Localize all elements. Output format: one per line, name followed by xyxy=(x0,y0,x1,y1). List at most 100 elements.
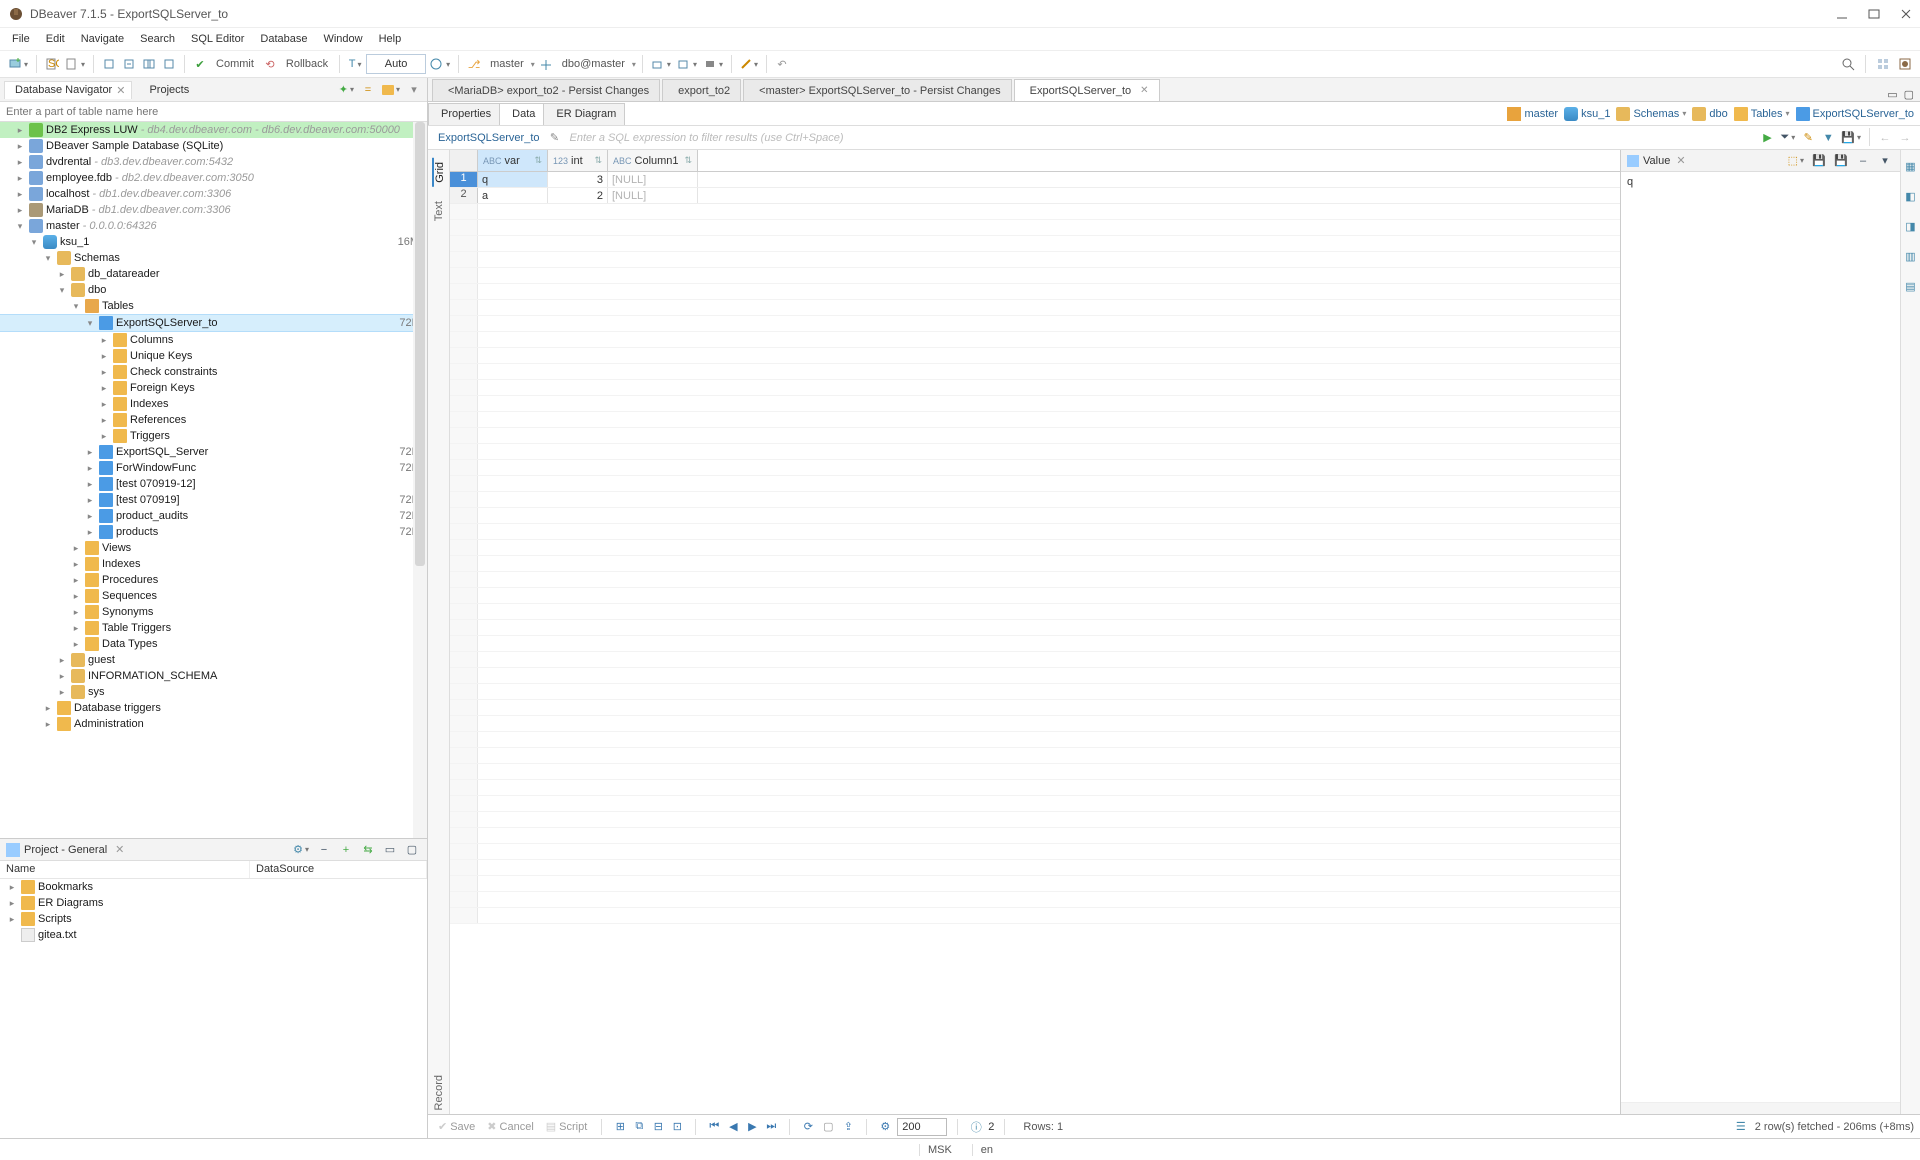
value-menu-button[interactable]: ▾ xyxy=(1876,151,1894,171)
tree-node[interactable]: ▸References xyxy=(0,412,427,428)
nav-back-button[interactable]: ← xyxy=(1876,128,1894,148)
crumb-ksu1[interactable]: ksu_1 xyxy=(1564,107,1610,121)
twisty-icon[interactable]: ▸ xyxy=(84,527,96,538)
project-col-datasource[interactable]: DataSource xyxy=(250,861,427,878)
maximize-button[interactable] xyxy=(1868,8,1880,20)
filter-history-button[interactable]: ⏷ xyxy=(1778,128,1797,148)
row-number[interactable]: 1 xyxy=(450,172,478,187)
tree-node[interactable]: ▾Tables xyxy=(0,298,427,314)
print-button[interactable] xyxy=(701,54,725,74)
tree-node[interactable]: ▸guest xyxy=(0,652,427,668)
tree-node[interactable]: ▸Triggers xyxy=(0,428,427,444)
grid-body[interactable]: 1q3[NULL]2a2[NULL] xyxy=(450,172,1620,1114)
tree-node[interactable]: ▾Schemas xyxy=(0,250,427,266)
close-icon[interactable]: ✕ xyxy=(1676,154,1685,167)
commit-button[interactable]: ✔ xyxy=(191,54,209,74)
twisty-icon[interactable]: ▸ xyxy=(70,575,82,586)
project-add-button[interactable]: + xyxy=(337,840,355,860)
tree-node[interactable]: ▸INFORMATION_SCHEMA xyxy=(0,668,427,684)
status-lang[interactable]: en xyxy=(972,1144,1001,1156)
twisty-icon[interactable]: ▸ xyxy=(70,623,82,634)
tx-isolation-dropdown[interactable] xyxy=(428,54,452,74)
run-filter-button[interactable]: ▶ xyxy=(1758,128,1776,148)
database-tree[interactable]: ▸DB2 Express LUW - db4.dev.dbeaver.com -… xyxy=(0,122,427,838)
twisty-icon[interactable]: ▸ xyxy=(6,898,18,909)
value-min-button[interactable]: – xyxy=(1854,151,1872,171)
menu-file[interactable]: File xyxy=(4,30,38,48)
row-number[interactable]: 2 xyxy=(450,188,478,203)
close-icon[interactable]: ✕ xyxy=(116,84,125,97)
refresh-icon[interactable]: ⟳ xyxy=(800,1119,816,1135)
twisty-icon[interactable]: ▸ xyxy=(84,495,96,506)
project-collapse-button[interactable]: − xyxy=(315,840,333,860)
twisty-icon[interactable]: ▸ xyxy=(6,882,18,893)
editor-tab-active[interactable]: ExportSQLServer_to✕ xyxy=(1014,79,1160,101)
tree-node[interactable]: ▸localhost - db1.dev.dbeaver.com:3306 xyxy=(0,186,427,202)
twisty-icon[interactable]: ▾ xyxy=(42,253,54,264)
grid-cell[interactable]: 3 xyxy=(548,172,608,187)
tab-database-navigator[interactable]: Database Navigator ✕ xyxy=(4,81,132,99)
mode-record[interactable]: Record xyxy=(433,1071,445,1114)
twisty-icon[interactable]: ▾ xyxy=(14,221,26,232)
crumb-schemas[interactable]: Schemas▾ xyxy=(1616,107,1686,121)
nav-config-button[interactable]: ✦ xyxy=(337,80,356,100)
twisty-icon[interactable]: ▸ xyxy=(56,655,68,666)
twisty-icon[interactable]: ▸ xyxy=(14,173,26,184)
tree-node[interactable]: ▸db_datareader xyxy=(0,266,427,282)
edit-row-icon[interactable]: ⊡ xyxy=(669,1119,685,1135)
rollback-label[interactable]: Rollback xyxy=(281,58,333,70)
grid-cell[interactable]: q xyxy=(478,172,548,187)
search-button[interactable] xyxy=(1839,54,1857,74)
twisty-icon[interactable]: ▸ xyxy=(70,559,82,570)
tree-node[interactable]: ▾ExportSQLServer_to72K xyxy=(0,314,427,332)
new-connection-button[interactable] xyxy=(6,54,30,74)
project-node[interactable]: gitea.txt xyxy=(0,927,427,943)
grid-cell[interactable]: a xyxy=(478,188,548,203)
tree-node[interactable]: ▾master - 0.0.0.0:64326 xyxy=(0,218,427,234)
tree-filter[interactable] xyxy=(0,102,427,122)
tree-node[interactable]: ▸Indexes xyxy=(0,396,427,412)
tree-node[interactable]: ▸ExportSQL_Server72K xyxy=(0,444,427,460)
filter-clear-button[interactable]: ✎ xyxy=(1799,128,1817,148)
panel-toggle-5[interactable]: ▤ xyxy=(1902,276,1920,296)
next-page-icon[interactable]: ▶ xyxy=(744,1119,760,1135)
add-row-icon[interactable]: ⊞ xyxy=(612,1119,628,1135)
panel-toggle-3[interactable]: ◨ xyxy=(1902,216,1920,236)
tree-node[interactable]: ▸ForWindowFunc72K xyxy=(0,460,427,476)
tree-node[interactable]: ▸Table Triggers xyxy=(0,620,427,636)
project-node[interactable]: ▸Scripts xyxy=(0,911,427,927)
grid-cell[interactable]: 2 xyxy=(548,188,608,203)
close-icon[interactable]: ✕ xyxy=(115,843,124,856)
twisty-icon[interactable]: ▸ xyxy=(98,367,110,378)
mode-text[interactable]: Text xyxy=(433,197,445,225)
crumb-dbo[interactable]: dbo xyxy=(1692,107,1727,121)
twisty-icon[interactable]: ▸ xyxy=(14,189,26,200)
tree-node[interactable]: ▸Columns xyxy=(0,332,427,348)
grid-cell[interactable]: [NULL] xyxy=(608,172,698,187)
data-grid[interactable]: ABCvar⇅123int⇅ABCColumn1⇅ 1q3[NULL]2a2[N… xyxy=(450,150,1620,1114)
minimize-button[interactable] xyxy=(1836,8,1848,20)
row-pos-icon[interactable]: ⓘ xyxy=(968,1119,984,1135)
project-max-button[interactable]: ▢ xyxy=(403,840,421,860)
twisty-icon[interactable]: ▸ xyxy=(6,914,18,925)
minimize-view-icon[interactable]: ▭ xyxy=(1887,88,1897,101)
grid-row[interactable]: 2a2[NULL] xyxy=(450,188,1620,204)
menu-help[interactable]: Help xyxy=(371,30,410,48)
data-tablename[interactable]: ExportSQLServer_to xyxy=(434,132,540,144)
project-tree[interactable]: ▸Bookmarks▸ER Diagrams▸Scriptsgitea.txt xyxy=(0,879,427,1138)
tx-button-4[interactable] xyxy=(160,54,178,74)
close-button[interactable] xyxy=(1900,8,1912,20)
twisty-icon[interactable]: ▸ xyxy=(70,591,82,602)
conn-db-select[interactable]: master xyxy=(485,58,529,70)
twisty-icon[interactable]: ▸ xyxy=(70,639,82,650)
cancel-button[interactable]: ✖Cancel xyxy=(483,1120,537,1133)
tree-node[interactable]: ▸Foreign Keys xyxy=(0,380,427,396)
filter-save-button[interactable]: 💾 xyxy=(1839,128,1863,148)
undo-button[interactable]: ↶ xyxy=(773,54,791,74)
twisty-icon[interactable]: ▸ xyxy=(98,431,110,442)
project-min-button[interactable]: ▭ xyxy=(381,840,399,860)
grid-row[interactable]: 1q3[NULL] xyxy=(450,172,1620,188)
twisty-icon[interactable]: ▸ xyxy=(84,447,96,458)
twisty-icon[interactable]: ▸ xyxy=(98,399,110,410)
sql-editor-dropdown[interactable] xyxy=(63,54,87,74)
